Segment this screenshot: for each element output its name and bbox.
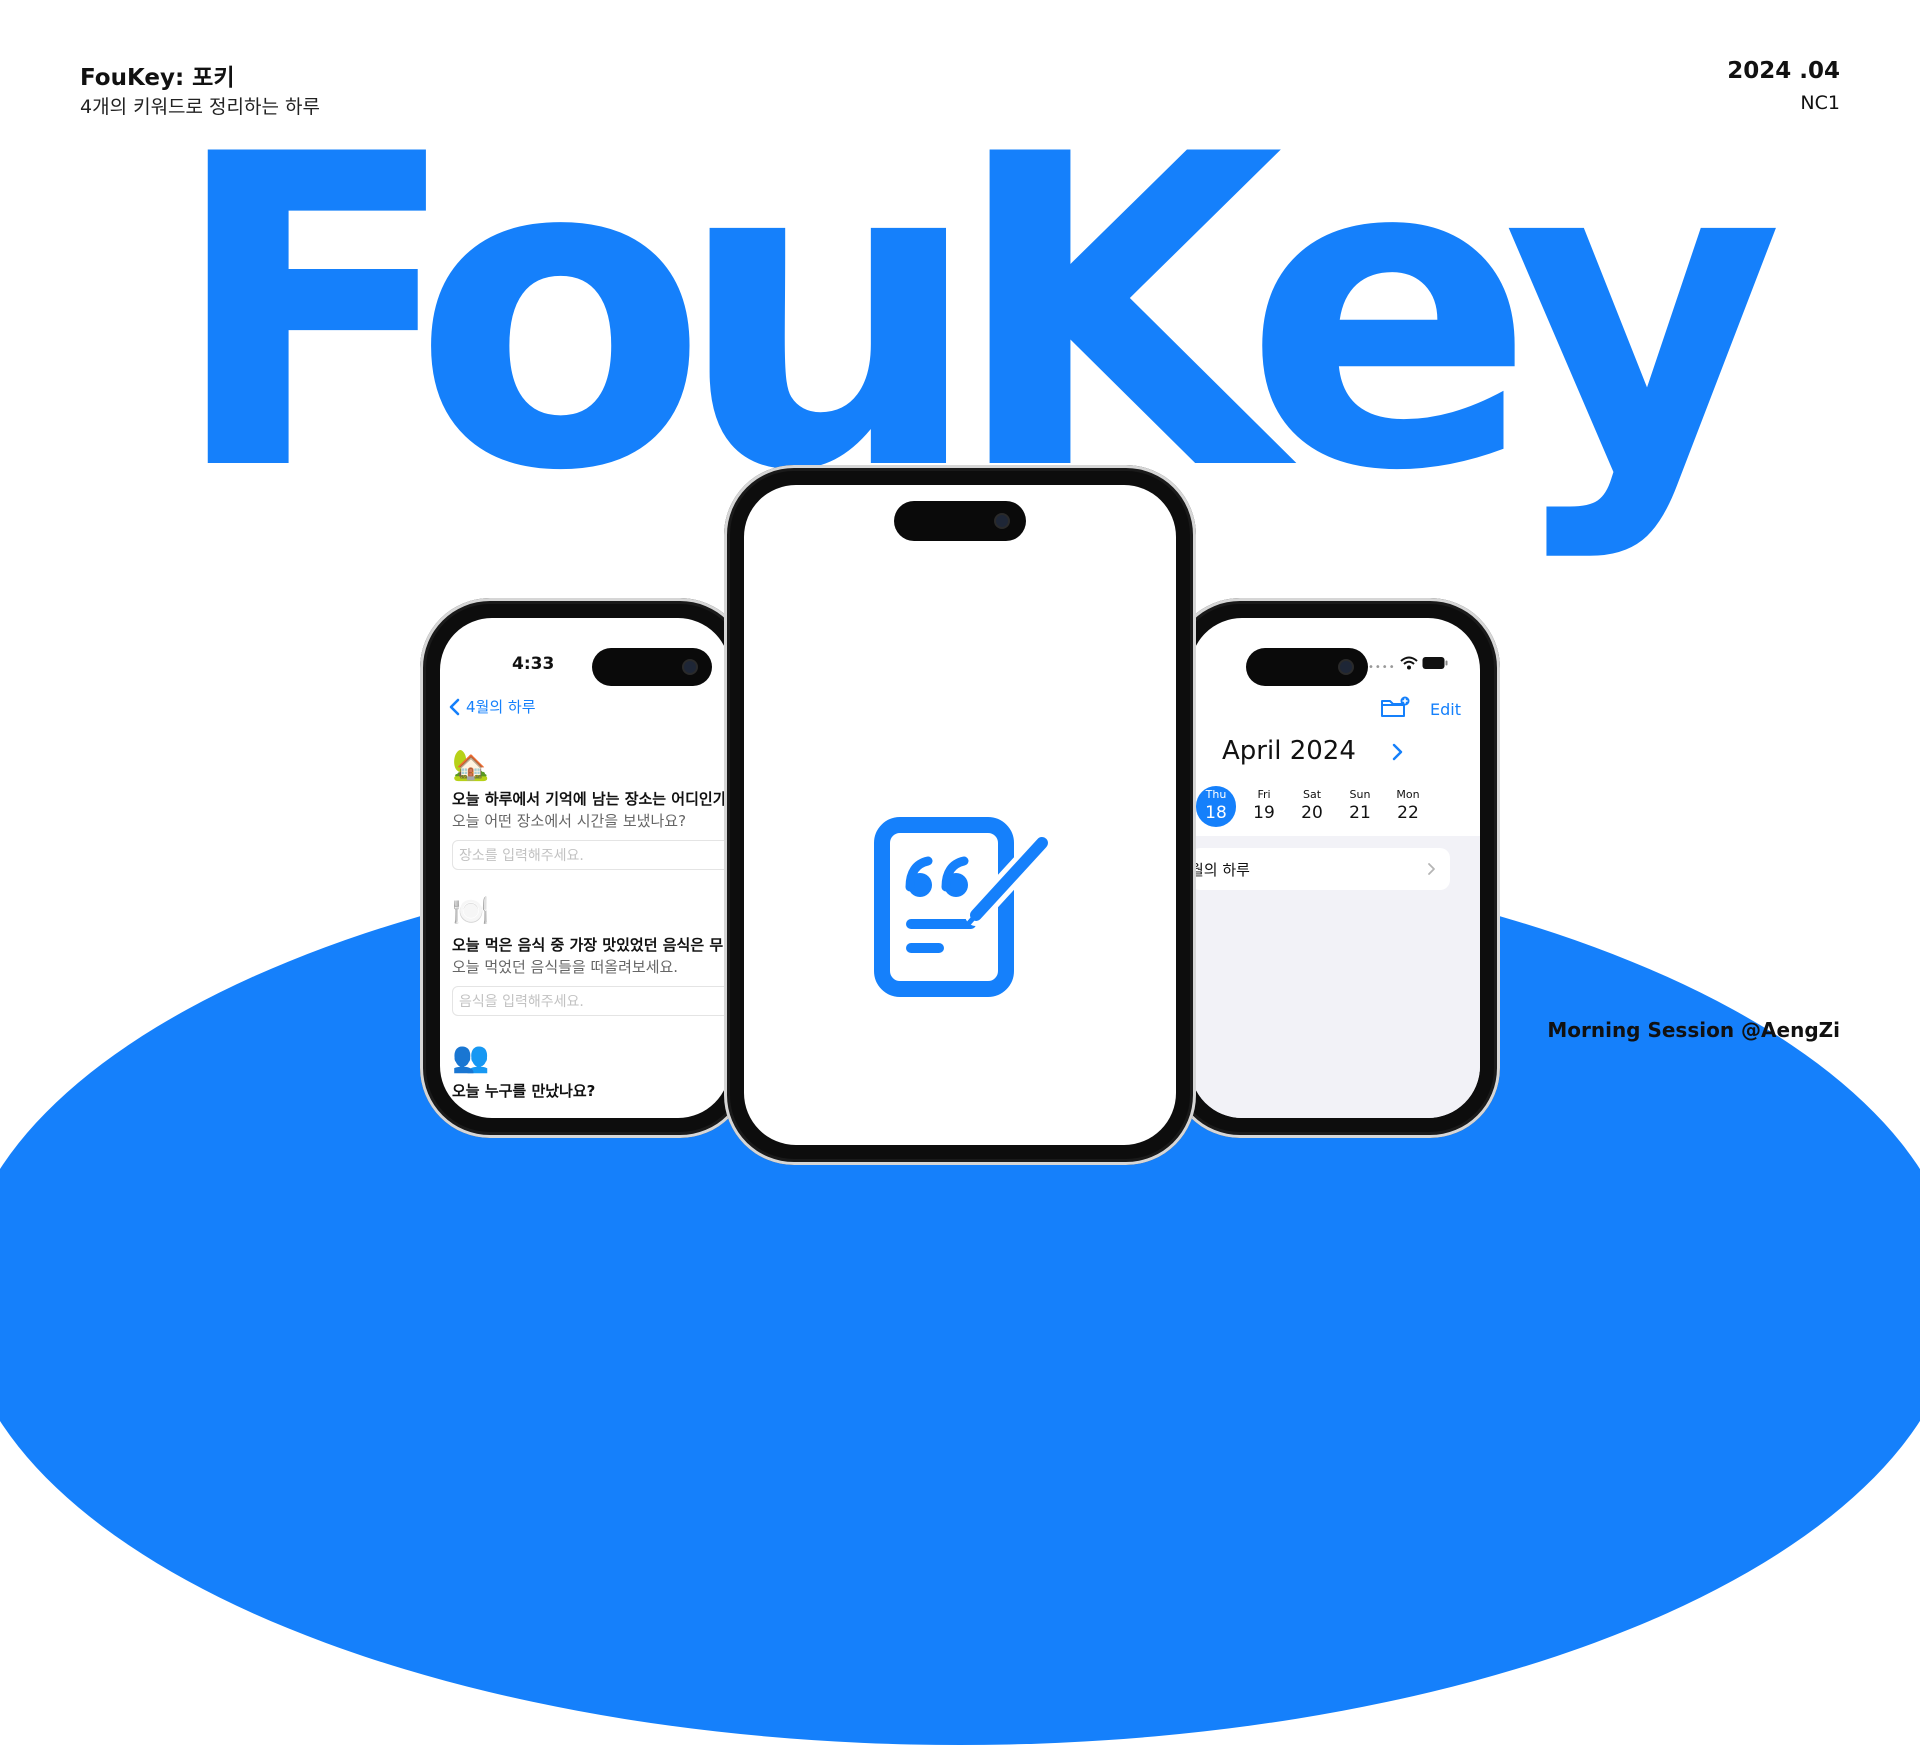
day-cell[interactable]: Sat 20 (1292, 786, 1332, 827)
question-title: 오늘 누구를 만났나요? (452, 1082, 596, 1100)
day-name: Sun (1349, 788, 1371, 801)
entry-label: 월의 하루 (1190, 861, 1250, 879)
day-cell[interactable]: Mon 22 (1388, 786, 1428, 827)
camera-icon (996, 515, 1008, 527)
question-title: 오늘 먹은 음식 중 가장 맛있었던 음식은 무 (452, 936, 724, 954)
edit-button[interactable]: Edit (1430, 700, 1461, 719)
dynamic-island (592, 648, 712, 686)
folder-add-icon[interactable] (1380, 696, 1410, 720)
house-icon: 🏡 (452, 748, 490, 783)
people-icon: 👥 (452, 1040, 490, 1075)
camera-icon (1340, 661, 1352, 673)
center-phone (724, 465, 1196, 1165)
left-phone: 4:33 4월의 하루 🏡 오늘 하루에서 기억에 남는 장소는 어디인가 오늘… (420, 598, 750, 1138)
camera-icon (684, 661, 696, 673)
wifi-icon (1400, 656, 1418, 670)
chevron-left-icon (449, 698, 460, 715)
signal-icon: •••• (1368, 662, 1396, 673)
day-number: 21 (1349, 803, 1371, 823)
question-title: 오늘 하루에서 기억에 남는 장소는 어디인가 (452, 790, 727, 808)
day-number: 19 (1253, 803, 1275, 823)
status-time: 4:33 (512, 654, 555, 674)
day-strip: Thu 18 Fri 19 Sat 20 Sun 21 Mon 22 (1196, 786, 1428, 827)
place-input[interactable]: 장소를 입력해주세요. (452, 840, 730, 870)
entry-list: 월의 하루 (1190, 836, 1480, 1118)
question-subtitle: 오늘 먹었던 음식들을 떠올려보세요. (452, 958, 679, 976)
dynamic-island (1246, 648, 1368, 686)
day-cell-selected[interactable]: Thu 18 (1196, 786, 1236, 827)
food-input[interactable]: 음식을 입력해주세요. (452, 986, 730, 1016)
question-subtitle: 오늘 어떤 장소에서 시간을 보냈나요? (452, 812, 687, 830)
back-label: 4월의 하루 (466, 698, 536, 716)
right-phone: •••• Edit April 2024 Thu 18 Fri 19 Sat 2… (1170, 598, 1500, 1138)
dynamic-island (894, 501, 1026, 541)
right-phone-screen: •••• Edit April 2024 Thu 18 Fri 19 Sat 2… (1190, 618, 1480, 1118)
back-button[interactable]: 4월의 하루 (448, 696, 536, 717)
day-name: Fri (1257, 788, 1271, 801)
day-name: Thu (1205, 788, 1227, 801)
entry-row[interactable]: 월의 하루 (1190, 848, 1450, 890)
session-credit: Morning Session @AengZi (1547, 1018, 1840, 1042)
day-cell[interactable]: Sun 21 (1340, 786, 1380, 827)
center-phone-screen (744, 485, 1176, 1145)
day-cell[interactable]: Fri 19 (1244, 786, 1284, 827)
chevron-right-icon[interactable] (1390, 742, 1404, 762)
month-title: April 2024 (1222, 736, 1356, 766)
quote-note-pencil-icon (874, 817, 1053, 997)
left-phone-screen: 4:33 4월의 하루 🏡 오늘 하루에서 기억에 남는 장소는 어디인가 오늘… (440, 618, 730, 1118)
day-number: 22 (1397, 803, 1419, 823)
day-number: 20 (1301, 803, 1323, 823)
day-number: 18 (1205, 803, 1227, 823)
battery-icon (1422, 657, 1448, 669)
plate-icon: 🍽️ (452, 894, 490, 929)
day-name: Sat (1302, 788, 1322, 801)
day-name: Mon (1396, 788, 1420, 801)
chevron-right-icon (1428, 863, 1435, 875)
